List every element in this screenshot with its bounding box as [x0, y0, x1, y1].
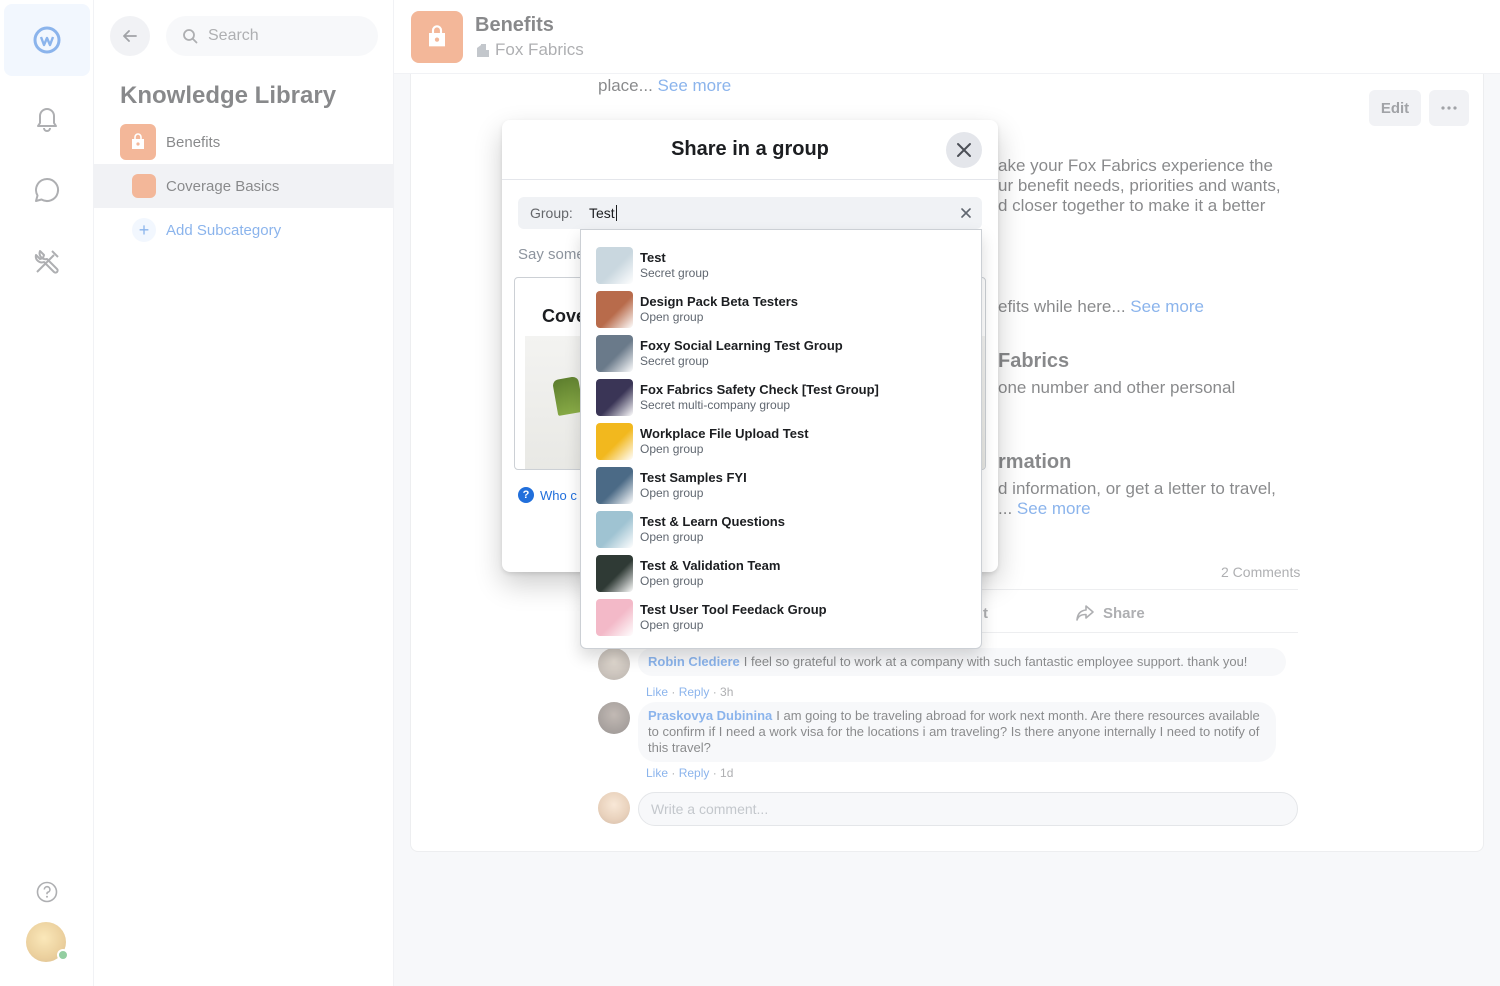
- group-type: Open group: [640, 442, 704, 456]
- group-name: Test & Validation Team: [640, 558, 781, 573]
- group-name: Foxy Social Learning Test Group: [640, 338, 843, 353]
- group-type: Open group: [640, 574, 704, 588]
- group-thumbnail: [596, 335, 633, 372]
- group-input[interactable]: Test: [589, 205, 617, 221]
- group-thumbnail: [596, 555, 633, 592]
- group-type: Secret group: [640, 354, 709, 368]
- group-suggestions-dropdown: Test Secret group Design Pack Beta Teste…: [580, 229, 982, 649]
- group-type: Open group: [640, 310, 704, 324]
- group-thumbnail: [596, 467, 633, 504]
- clear-icon: [961, 208, 971, 218]
- say-something-input[interactable]: Say some: [518, 246, 585, 263]
- group-thumbnail: [596, 423, 633, 460]
- question-icon: ?: [518, 487, 534, 503]
- group-option[interactable]: Foxy Social Learning Test Group Secret g…: [581, 333, 981, 377]
- group-name: Test & Learn Questions: [640, 514, 785, 529]
- group-thumbnail: [596, 511, 633, 548]
- group-name: Fox Fabrics Safety Check [Test Group]: [640, 382, 879, 397]
- group-name: Design Pack Beta Testers: [640, 294, 798, 309]
- group-field[interactable]: Group: Test: [518, 197, 982, 229]
- group-name: Workplace File Upload Test: [640, 426, 809, 441]
- group-type: Open group: [640, 486, 704, 500]
- group-name: Test User Tool Feedack Group: [640, 602, 827, 617]
- group-thumbnail: [596, 247, 633, 284]
- group-type: Secret multi-company group: [640, 398, 791, 412]
- group-option[interactable]: Test Secret group: [581, 245, 981, 289]
- group-option[interactable]: Design Pack Beta Testers Open group: [581, 289, 981, 333]
- group-option[interactable]: Workplace File Upload Test Open group: [581, 421, 981, 465]
- group-name: Test Samples FYI: [640, 470, 747, 485]
- who-can-see-link[interactable]: ? Who c: [518, 487, 577, 503]
- group-option[interactable]: Fox Fabrics Safety Check [Test Group] Se…: [581, 377, 981, 421]
- group-option[interactable]: Test & Learn Questions Open group: [581, 509, 981, 553]
- close-icon: [957, 143, 971, 157]
- group-type: Open group: [640, 618, 704, 632]
- group-option[interactable]: Test Samples FYI Open group: [581, 465, 981, 509]
- group-option[interactable]: Test & Validation Team Open group: [581, 553, 981, 597]
- close-button[interactable]: [946, 132, 982, 168]
- dialog-title: Share in a group: [502, 120, 998, 180]
- group-option[interactable]: Test User Tool Feedack Group Open group: [581, 597, 981, 641]
- group-name: Test: [640, 250, 666, 265]
- group-thumbnail: [596, 599, 633, 636]
- group-type: Open group: [640, 530, 704, 544]
- group-thumbnail: [596, 379, 633, 416]
- group-thumbnail: [596, 291, 633, 328]
- clear-input-button[interactable]: [958, 205, 974, 221]
- who-label: Who c: [540, 487, 577, 503]
- group-type: Secret group: [640, 266, 709, 280]
- group-label: Group:: [530, 205, 573, 221]
